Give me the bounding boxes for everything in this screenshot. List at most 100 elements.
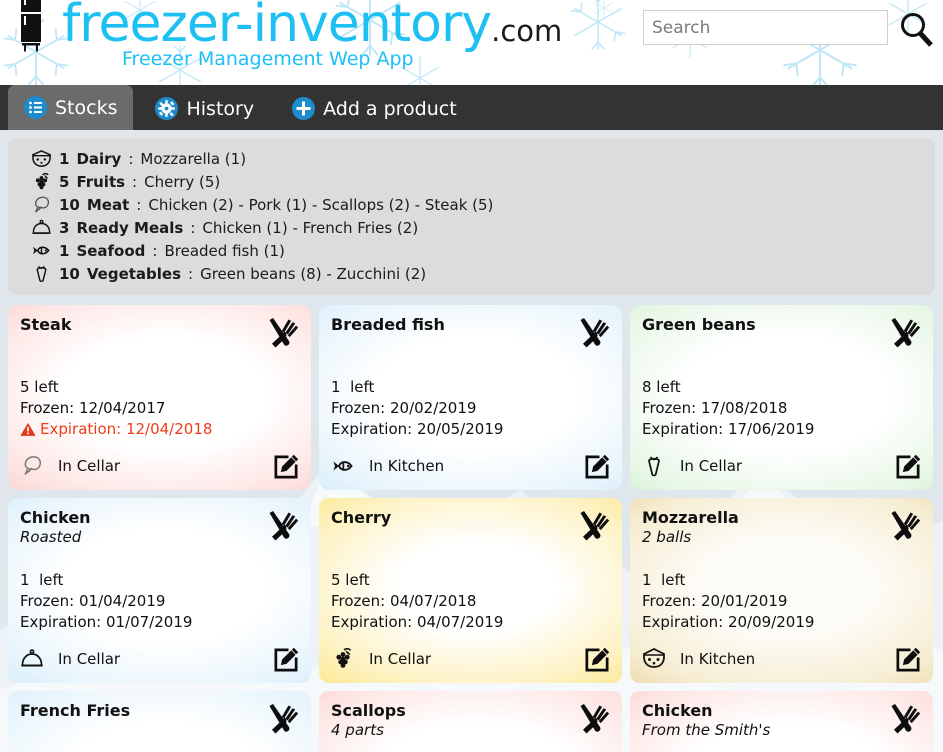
cheese-icon xyxy=(30,149,52,169)
product-expiration-date: Expiration: 17/06/2019 xyxy=(642,420,815,438)
product-card[interactable]: Steak 5 left Frozen: 12/04/2017 Expiration:… xyxy=(8,305,311,490)
summary-separator: : xyxy=(152,241,158,260)
summary-row-vegetables: 10 Vegetables : Green beans (8) - Zucchi… xyxy=(30,262,935,285)
product-card[interactable]: Chicken From the Smith's xyxy=(630,691,933,752)
fork-knife-icon[interactable] xyxy=(267,510,299,542)
fork-knife-icon[interactable] xyxy=(578,317,610,349)
product-footer: In Cellar xyxy=(331,647,610,671)
edit-pencil-icon[interactable] xyxy=(273,647,299,673)
product-frozen-date: Frozen: 17/08/2018 xyxy=(642,399,788,417)
summary-row-dairy: 1 Dairy : Mozzarella (1) xyxy=(30,147,935,170)
summary-items: Cherry (5) xyxy=(144,172,221,191)
summary-count: 5 xyxy=(59,172,70,191)
product-expiration-warning: Expiration: 12/04/2018 xyxy=(20,419,212,440)
product-title: Mozzarella xyxy=(642,508,739,527)
logo-tld-text: .com xyxy=(491,14,563,48)
product-quantity: 5 left xyxy=(331,571,370,589)
product-footer: In Kitchen xyxy=(642,647,921,671)
fork-knife-icon[interactable] xyxy=(578,510,610,542)
product-card[interactable]: Breaded fish 1 left Frozen: 20/02/2019 Expi… xyxy=(319,305,622,490)
product-expiration-date: Expiration: 01/07/2019 xyxy=(20,613,193,631)
product-title: Chicken xyxy=(20,508,91,527)
product-quantity: 8 left xyxy=(642,378,681,396)
summary-category: Fruits xyxy=(76,172,126,191)
fork-knife-icon[interactable] xyxy=(889,703,921,735)
fish-icon xyxy=(331,454,355,478)
product-details: 8 left Frozen: 17/08/2018 Expiration: 17/0… xyxy=(642,377,814,440)
cloche-icon xyxy=(20,647,44,671)
site-tagline: Freezer Management Wep App xyxy=(122,48,414,70)
product-title: Breaded fish xyxy=(331,315,445,334)
product-title: Cherry xyxy=(331,508,392,527)
carrot-icon xyxy=(30,264,52,284)
edit-pencil-icon[interactable] xyxy=(273,454,299,480)
grapes-icon xyxy=(30,172,52,192)
edit-pencil-icon[interactable] xyxy=(895,454,921,480)
product-location: In Kitchen xyxy=(680,650,756,668)
fridge-icon xyxy=(21,0,41,52)
grapes-icon xyxy=(331,647,355,671)
fork-knife-icon[interactable] xyxy=(267,317,299,349)
summary-row-meat: 10 Meat : Chicken (2) - Pork (1) - Scall… xyxy=(30,193,935,216)
product-frozen-date: Frozen: 20/01/2019 xyxy=(642,592,788,610)
product-card[interactable]: Cherry 5 left Frozen: 04/07/2018 Expiration… xyxy=(319,498,622,683)
tab-add-product[interactable]: Add a product xyxy=(276,87,473,130)
product-location: In Cellar xyxy=(58,457,121,475)
product-card[interactable]: French Fries xyxy=(8,691,311,752)
product-card[interactable]: Mozzarella 2 balls 1 left Frozen: 20/01/201… xyxy=(630,498,933,683)
gear-icon xyxy=(155,97,179,120)
tab-stocks-label: Stocks xyxy=(55,96,118,119)
fork-knife-icon[interactable] xyxy=(889,317,921,349)
summary-items: Green beans (8) - Zucchini (2) xyxy=(200,264,427,283)
page-header: freezer-inventory.com Freezer Management… xyxy=(0,0,943,85)
summary-count: 1 xyxy=(59,241,70,260)
summary-row-ready-meals: 3 Ready Meals : Chicken (1) - French Fri… xyxy=(30,216,935,239)
edit-pencil-icon[interactable] xyxy=(584,454,610,480)
summary-category: Ready Meals xyxy=(76,218,184,237)
edit-pencil-icon[interactable] xyxy=(584,647,610,673)
summary-separator: : xyxy=(190,218,196,237)
product-card[interactable]: Scallops 4 parts xyxy=(319,691,622,752)
cloche-icon xyxy=(30,218,52,238)
summary-count: 10 xyxy=(59,195,80,214)
summary-category: Meat xyxy=(86,195,130,214)
product-details: 5 left Frozen: 04/07/2018 Expiration: 04/0… xyxy=(331,570,503,633)
fork-knife-icon[interactable] xyxy=(889,510,921,542)
product-subtitle: From the Smith's xyxy=(642,721,771,739)
search-input[interactable] xyxy=(643,10,888,45)
product-subtitle: Roasted xyxy=(20,528,82,546)
drumstick-icon xyxy=(30,195,52,215)
product-subtitle: 4 parts xyxy=(331,721,384,739)
summary-row-seafood: 1 Seafood : Breaded fish (1) xyxy=(30,239,935,262)
product-footer: In Cellar xyxy=(20,454,299,478)
plus-icon xyxy=(292,97,316,120)
site-logo[interactable]: freezer-inventory.com xyxy=(62,0,562,54)
search-icon[interactable] xyxy=(897,10,935,48)
summary-category: Dairy xyxy=(76,149,122,168)
summary-separator: : xyxy=(132,172,138,191)
summary-count: 10 xyxy=(59,264,80,283)
fork-knife-icon[interactable] xyxy=(267,703,299,735)
summary-items: Breaded fish (1) xyxy=(164,241,285,260)
tab-stocks[interactable]: Stocks xyxy=(8,85,134,130)
product-card[interactable]: Green beans 8 left Frozen: 17/08/2018 Expir… xyxy=(630,305,933,490)
product-frozen-date: Frozen: 04/07/2018 xyxy=(331,592,477,610)
product-expiration-date: Expiration: 12/04/2018 xyxy=(40,420,213,438)
product-expiration-date: Expiration: 04/07/2019 xyxy=(331,613,504,631)
summary-category: Seafood xyxy=(76,241,146,260)
fork-knife-icon[interactable] xyxy=(578,703,610,735)
product-title: Steak xyxy=(20,315,72,334)
drumstick-icon xyxy=(20,454,44,478)
product-details: 1 left Frozen: 20/02/2019 Expiration: 20/0… xyxy=(331,377,503,440)
product-subtitle: 2 balls xyxy=(642,528,692,546)
tab-add-product-label: Add a product xyxy=(323,97,457,120)
summary-items: Chicken (2) - Pork (1) - Scallops (2) - … xyxy=(148,195,494,214)
cheese-icon xyxy=(642,647,666,671)
tab-history[interactable]: History xyxy=(139,87,270,130)
product-details: 1 left Frozen: 20/01/2019 Expiration: 20/0… xyxy=(642,570,814,633)
product-card[interactable]: Chicken Roasted 1 left Frozen: 01/04/2019 Ex… xyxy=(8,498,311,683)
summary-items: Chicken (1) - French Fries (2) xyxy=(202,218,419,237)
summary-separator: : xyxy=(188,264,194,283)
product-location: In Cellar xyxy=(58,650,121,668)
edit-pencil-icon[interactable] xyxy=(895,647,921,673)
